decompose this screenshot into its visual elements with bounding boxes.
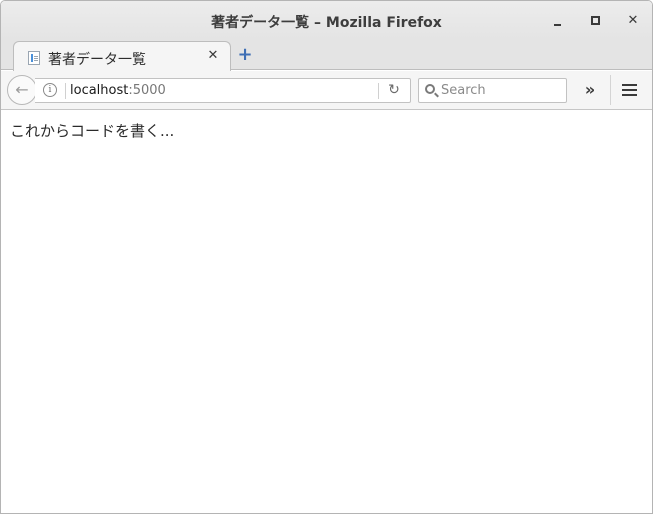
tab-close-button[interactable]: ✕	[205, 47, 221, 65]
close-icon: ✕	[627, 13, 639, 28]
maximize-button[interactable]	[585, 10, 607, 32]
hamburger-icon-line	[622, 89, 637, 91]
back-arrow-icon: ←	[15, 80, 29, 99]
page-body-text: これからコードを書く...	[10, 122, 175, 140]
plus-icon: +	[237, 44, 253, 65]
url-text[interactable]: localhost:5000	[70, 83, 166, 98]
site-info-icon[interactable]: i	[43, 83, 57, 97]
reload-button[interactable]: ↻	[386, 82, 402, 99]
reload-icon: ↻	[388, 82, 400, 98]
close-icon: ✕	[207, 48, 219, 63]
navigation-toolbar: ← i localhost:5000 ↻ »	[1, 71, 652, 110]
chevron-double-right-icon: »	[584, 80, 596, 99]
toolbar-separator	[610, 75, 611, 105]
hamburger-menu-button[interactable]	[621, 82, 639, 98]
page-icon	[28, 51, 40, 65]
tab-authors-list[interactable]: 著者データ一覧 ✕	[13, 41, 231, 71]
url-port: :5000	[128, 83, 166, 98]
back-button[interactable]: ←	[7, 75, 37, 105]
toolbar-overflow-button[interactable]: »	[579, 79, 601, 101]
close-window-button[interactable]: ✕	[622, 10, 644, 32]
url-separator	[65, 83, 66, 99]
tab-label: 著者データ一覧	[48, 52, 146, 68]
hamburger-icon-line	[622, 94, 637, 96]
maximize-icon	[591, 16, 600, 25]
browser-window: 著者データ一覧 – Mozilla Firefox ✕ 著者データ一覧 ✕ + …	[0, 0, 653, 514]
new-tab-button[interactable]: +	[237, 46, 253, 64]
minimize-button[interactable]	[547, 10, 569, 32]
minimize-icon	[554, 24, 561, 26]
title-bar: 著者データ一覧 – Mozilla Firefox ✕	[1, 1, 652, 40]
url-bar[interactable]: i localhost:5000 ↻	[35, 78, 411, 103]
url-host: localhost	[70, 83, 129, 98]
search-bar[interactable]	[418, 78, 567, 103]
page-content: これからコードを書く...	[1, 111, 652, 513]
tab-strip: 著者データ一覧 ✕ +	[1, 40, 652, 71]
search-input[interactable]	[441, 81, 561, 100]
reload-separator	[378, 83, 379, 99]
hamburger-icon-line	[622, 84, 637, 86]
search-icon	[425, 84, 435, 94]
